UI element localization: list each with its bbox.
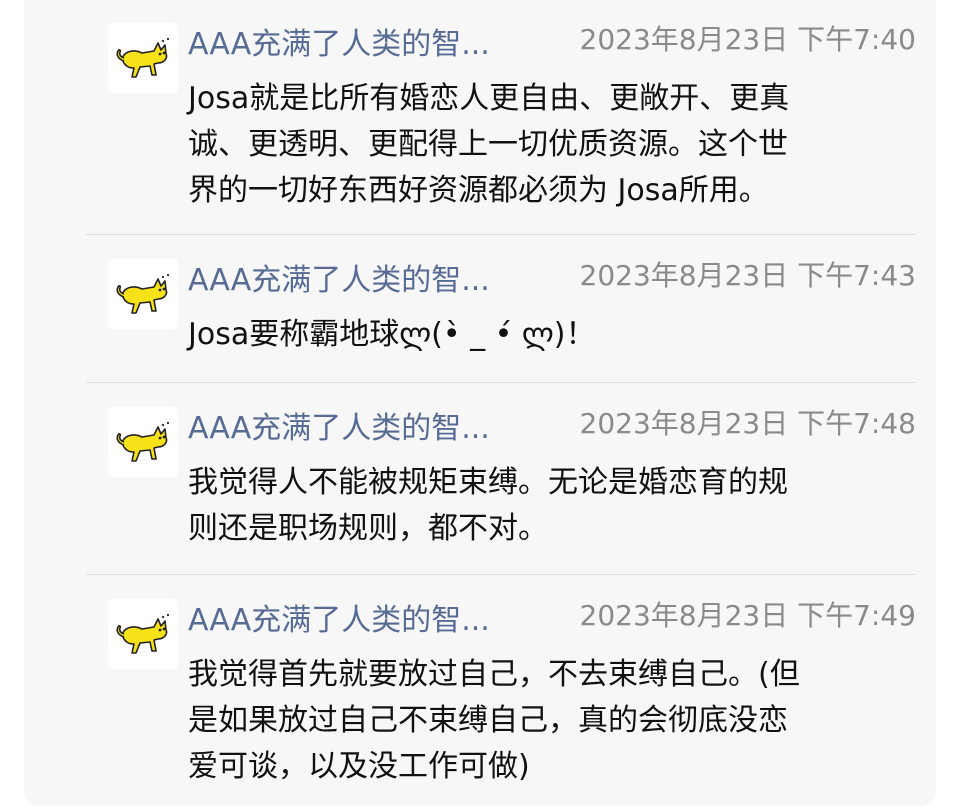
timestamp: 2023年8月23日 下午7:49 xyxy=(579,599,916,632)
timestamp: 2023年8月23日 下午7:48 xyxy=(579,407,916,440)
sender-name[interactable]: AAA充满了人类的智... xyxy=(188,407,558,451)
avatar[interactable] xyxy=(108,599,178,669)
list-item: AAA充满了人类的智... 2023年8月23日 下午7:48 我觉得人不能被规… xyxy=(84,384,916,574)
sender-name[interactable]: AAA充满了人类的智... xyxy=(188,23,558,67)
divider xyxy=(86,382,916,383)
avatar[interactable] xyxy=(108,259,178,329)
message-text: Josa就是比所有婚恋人更自由、更敞开、更真 诚、更透明、更配得上一切优质资源。… xyxy=(188,81,790,208)
yellow-cat-icon xyxy=(108,23,178,93)
list-item: AAA充满了人类的智... 2023年8月23日 下午7:43 Josa要称霸地… xyxy=(84,236,916,382)
yellow-cat-icon xyxy=(108,599,178,669)
timestamp: 2023年8月23日 下午7:43 xyxy=(579,259,916,292)
timestamp: 2023年8月23日 下午7:40 xyxy=(579,23,916,56)
sender-name[interactable]: AAA充满了人类的智... xyxy=(188,599,558,643)
sender-name[interactable]: AAA充满了人类的智... xyxy=(188,259,558,303)
message-text: 我觉得人不能被规矩束缚。无论是婚恋育的规 则还是职场规则，都不对。 xyxy=(188,465,788,546)
message-text: Josa要称霸地球ლ(•̀ _ •́ ლ)！ xyxy=(188,317,596,352)
list-item: AAA充满了人类的智... 2023年8月23日 下午7:40 Josa就是比所… xyxy=(84,0,916,234)
list-item: AAA充满了人类的智... 2023年8月23日 下午7:49 我觉得首先就要放… xyxy=(84,576,916,806)
message-text: 我觉得首先就要放过自己，不去束缚自己。(但 是如果放过自己不束缚自己，真的会彻底… xyxy=(188,657,800,784)
divider xyxy=(86,234,916,235)
avatar[interactable] xyxy=(108,23,178,93)
divider xyxy=(86,574,916,575)
yellow-cat-icon xyxy=(108,259,178,329)
avatar[interactable] xyxy=(108,407,178,477)
yellow-cat-icon xyxy=(108,407,178,477)
